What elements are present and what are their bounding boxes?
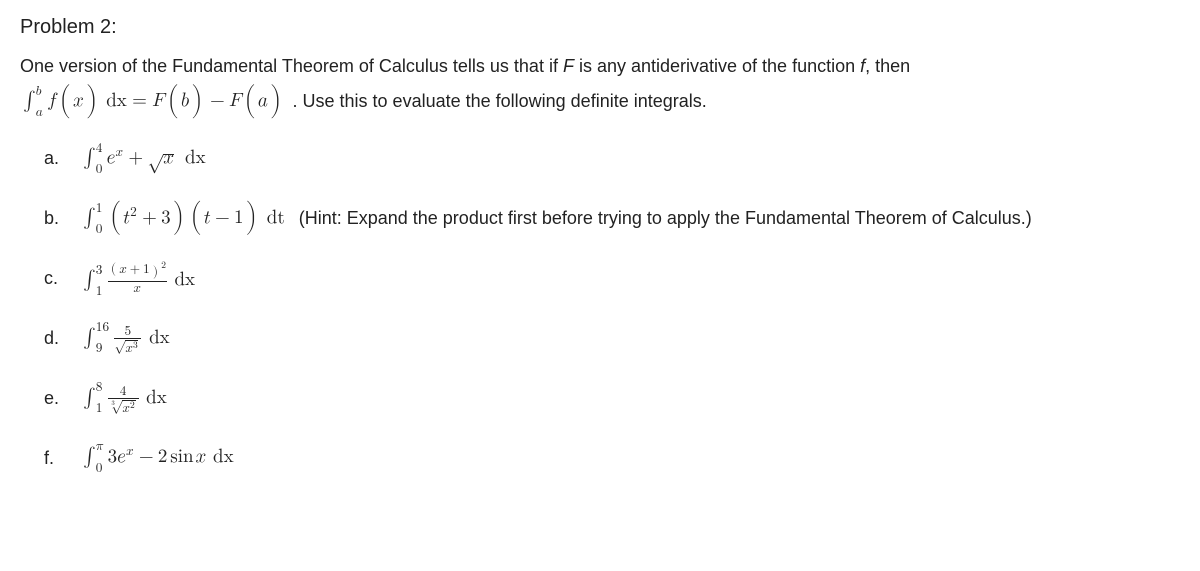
part-d-label: d. bbox=[44, 328, 66, 349]
theorem-equals: = bbox=[132, 99, 147, 104]
part-d: d. ∫ 9 16 5 x3 dx bbox=[44, 309, 1180, 367]
theorem-dx: dx bbox=[106, 93, 127, 106]
part-b-hint: (Hint: Expand the product first before t… bbox=[299, 208, 1032, 229]
part-b-label: b. bbox=[44, 208, 66, 229]
part-f-label: f. bbox=[44, 448, 66, 469]
theorem-lower: a bbox=[36, 110, 43, 116]
intro-part-3: , then bbox=[865, 56, 910, 76]
theorem-equation: ∫ a b f(x) dx = F(b) − F(a) bbox=[20, 84, 285, 119]
part-e: e. ∫ 1 8 4 x2 3 dx bbox=[44, 369, 1180, 427]
intro-text: One version of the Fundamental Theorem o… bbox=[20, 53, 1180, 80]
part-a: a. ∫ 0 4 ex + x dx bbox=[44, 129, 1180, 187]
integral-sign: ∫ bbox=[23, 90, 36, 112]
part-f: f. ∫ 0 π 3 ex − 2 sin x dx bbox=[44, 429, 1180, 487]
theorem-tail-text: . Use this to evaluate the following def… bbox=[293, 91, 707, 112]
parts-list: a. ∫ 0 4 ex + x dx b. ∫ 0 bbox=[20, 129, 1180, 487]
part-d-math: ∫ 9 16 5 x3 dx bbox=[80, 322, 170, 353]
part-a-label: a. bbox=[44, 148, 66, 169]
part-c-label: c. bbox=[44, 268, 66, 289]
part-a-math: ∫ 0 4 ex + x dx bbox=[80, 143, 206, 174]
part-c-math: ∫ 1 3 (x+1)2 x dx bbox=[80, 261, 195, 295]
part-b-math: ∫ 0 1 ( t2 +3 ) ( t−1 ) dt bbox=[80, 201, 285, 236]
theorem-integrand-f: f bbox=[47, 93, 56, 106]
part-b: b. ∫ 0 1 ( t2 +3 ) ( t−1 ) dt (Hint: Exp… bbox=[44, 189, 1180, 247]
intro-part-1: One version of the Fundamental Theorem o… bbox=[20, 56, 563, 76]
theorem-upper: b bbox=[36, 86, 42, 95]
part-c: c. ∫ 1 3 (x+1)2 x dx bbox=[44, 249, 1180, 307]
theorem-minus: − bbox=[210, 101, 225, 102]
part-e-math: ∫ 1 8 4 x2 3 dx bbox=[80, 382, 167, 413]
part-f-math: ∫ 0 π 3 ex − 2 sin x dx bbox=[80, 444, 234, 471]
part-e-label: e. bbox=[44, 388, 66, 409]
theorem-equation-row: ∫ a b f(x) dx = F(b) − F(a) . Use this t… bbox=[20, 84, 1180, 119]
intro-var-F: F bbox=[563, 56, 574, 76]
problem-title: Problem 2: bbox=[20, 16, 1180, 39]
intro-part-2: is any antiderivative of the function bbox=[574, 56, 860, 76]
